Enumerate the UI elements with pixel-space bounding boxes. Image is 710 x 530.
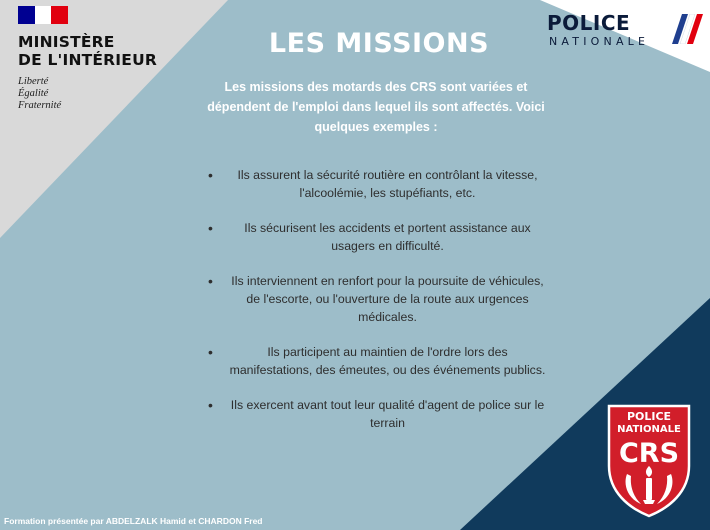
motto-liberte: Liberté [18,76,49,87]
ministry-logo: MINISTÈRE DE L'INTÉRIEUR Liberté Égalité… [18,6,188,112]
motto-egalite: Égalité [18,88,49,99]
motto-fraternite: Fraternité [18,100,62,111]
french-flag-icon [18,6,69,24]
crs-badge-logo: POLICE NATIONALE CRS [607,404,691,518]
list-item: Ils participent au maintien de l'ordre l… [205,343,550,379]
list-item: Ils sécurisent les accidents et portent … [205,219,550,255]
crs-badge-line1: POLICE [627,410,671,423]
intro-text: Les missions des motards des CRS sont va… [207,80,545,134]
missions-list: Ils assurent la sécurité routière en con… [205,166,550,449]
footer-credits: Formation présentée par ABDELZALK Hamid … [4,516,263,526]
page-title: LES MISSIONS [268,28,490,59]
crs-badge-line2: NATIONALE [617,424,681,435]
list-item: Ils assurent la sécurité routière en con… [205,166,550,202]
republic-motto: Liberté Égalité Fraternité [18,76,188,112]
crs-badge-acronym: CRS [619,438,679,469]
list-item: Ils interviennent en renfort pour la pou… [205,272,550,326]
list-item: Ils exercent avant tout leur qualité d'a… [205,396,550,432]
